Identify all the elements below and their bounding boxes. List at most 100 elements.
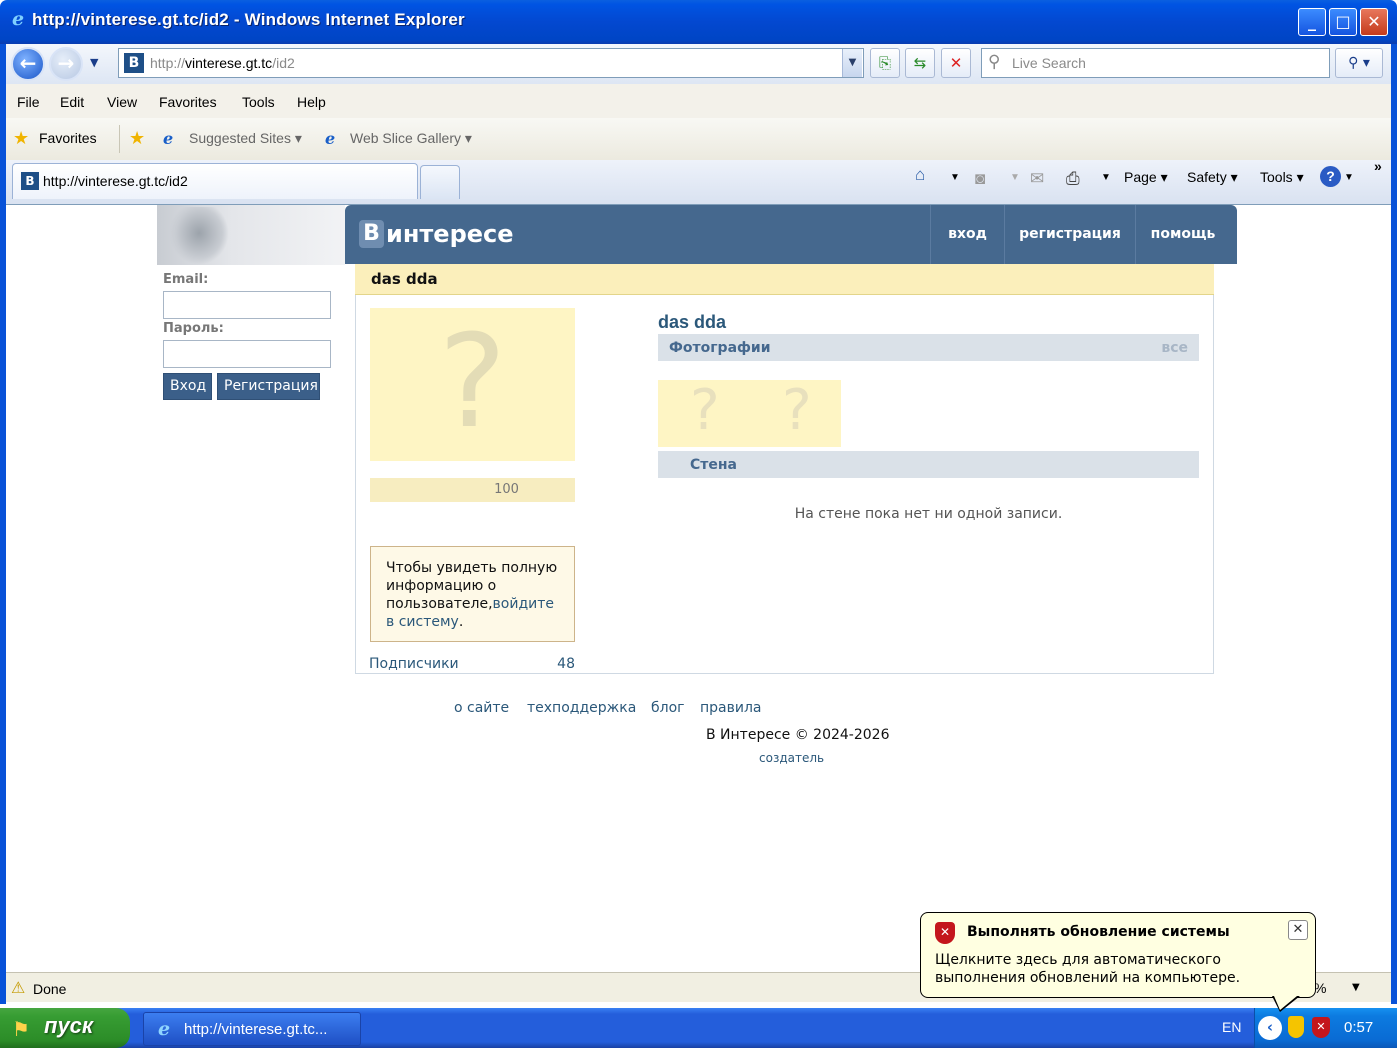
tab-current[interactable]: B http://vinterese.gt.tc/id2 <box>12 163 418 199</box>
subscribers-count[interactable]: 48 <box>557 656 575 672</box>
search-provider-icon: ⚲ <box>988 52 1001 72</box>
balloon-close-icon[interactable]: ✕ <box>1288 920 1308 940</box>
add-to-favorites-bar-icon[interactable]: ★ <box>129 128 145 149</box>
menu-favorites[interactable]: Favorites <box>159 94 217 110</box>
feeds-icon[interactable]: ◙ <box>975 169 985 189</box>
zoom-dropdown-icon[interactable]: ▼ <box>1352 982 1360 993</box>
photos-all-link[interactable]: все <box>1161 340 1188 356</box>
photos-label[interactable]: Фотографии <box>669 340 771 356</box>
close-button[interactable]: ✕ <box>1360 8 1388 36</box>
menu-view[interactable]: View <box>107 94 137 110</box>
window-title-bar[interactable]: e http://vinterese.gt.tc/id2 - Windows I… <box>0 0 1397 44</box>
wall-empty-message: На стене пока нет ни одной записи. <box>794 506 1063 522</box>
tab-favicon-icon: B <box>21 172 39 190</box>
window-title: http://vinterese.gt.tc/id2 - Windows Int… <box>32 10 465 29</box>
ie-logo-icon: e <box>11 8 25 30</box>
footer-about-link[interactable]: о сайте <box>454 700 509 716</box>
wall-section-header: Стена <box>658 451 1199 478</box>
help-dropdown-icon[interactable]: ▼ <box>1344 172 1354 183</box>
update-notification-balloon[interactable]: ✕ Выполнять обновление системы ✕ Щелкнит… <box>920 912 1316 998</box>
clock[interactable]: 0:57 <box>1344 1019 1373 1036</box>
register-button[interactable]: Регистрация <box>217 373 320 400</box>
safety-menu[interactable]: Safety ▾ <box>1187 169 1238 186</box>
help-icon[interactable]: ? <box>1320 166 1341 187</box>
window-frame-right <box>1391 44 1397 1004</box>
footer-rules-link[interactable]: правила <box>700 700 762 716</box>
read-mail-icon[interactable]: ✉ <box>1030 169 1044 189</box>
new-tab-button[interactable] <box>420 165 460 199</box>
start-label: пуск <box>44 1013 94 1038</box>
address-bar[interactable]: B http://vinterese.gt.tc/id2 <box>118 48 864 78</box>
security-center-icon[interactable]: ✕ <box>1312 1017 1330 1038</box>
subscribers-row[interactable]: Подписчики 48 <box>369 656 575 672</box>
security-shield-icon: ✕ <box>935 922 955 944</box>
search-button[interactable]: ⚲ ▾ <box>1335 48 1383 78</box>
site-favicon-icon: B <box>124 53 144 73</box>
logo-letter: В <box>359 220 384 248</box>
email-field[interactable] <box>163 291 331 319</box>
suggested-sites-link[interactable]: Suggested Sites ▾ <box>189 130 302 147</box>
photo-placeholder[interactable]: ? <box>782 378 812 443</box>
photos-strip: ? ? <box>658 378 841 447</box>
login-prompt-end: . <box>458 614 464 630</box>
nav-help[interactable]: помощь <box>1135 205 1230 264</box>
site-logo[interactable]: Винтересе <box>359 220 514 250</box>
menu-tools[interactable]: Tools <box>242 94 275 110</box>
windows-flag-icon: ⚑ <box>12 1017 30 1041</box>
home-dropdown-icon[interactable]: ▼ <box>950 172 960 183</box>
print-icon[interactable]: ⎙ <box>1066 169 1080 189</box>
taskbar-item-label: http://vinterese.gt.tc... <box>184 1021 328 1038</box>
web-slice-gallery-link[interactable]: Web Slice Gallery ▾ <box>350 130 472 147</box>
print-dropdown-icon[interactable]: ▼ <box>1101 172 1111 183</box>
footer-blog-link[interactable]: блог <box>651 700 685 716</box>
nav-register[interactable]: регистрация <box>1004 205 1135 264</box>
home-icon[interactable]: ⌂ <box>915 165 925 185</box>
footer-creator-link[interactable]: создатель <box>759 751 824 765</box>
back-button[interactable]: ← <box>11 47 45 81</box>
header-photo <box>157 205 345 265</box>
maximize-button[interactable]: □ <box>1329 8 1357 36</box>
logo-text: интересе <box>386 220 514 248</box>
ie-page-icon: e <box>325 129 336 148</box>
favorites-star-icon: ★ <box>13 128 30 149</box>
search-input[interactable]: ⚲ Live Search <box>981 48 1330 78</box>
tab-label: http://vinterese.gt.tc/id2 <box>43 173 188 189</box>
feeds-dropdown-icon[interactable]: ▼ <box>1010 172 1020 183</box>
address-url[interactable]: http://vinterese.gt.tc/id2 <box>150 55 295 71</box>
email-label: Email: <box>163 272 209 287</box>
menu-edit[interactable]: Edit <box>60 94 84 110</box>
status-text: Done <box>33 981 67 997</box>
page-menu[interactable]: Page ▾ <box>1124 169 1168 186</box>
toolbar-overflow-icon[interactable]: » <box>1374 158 1382 174</box>
menu-help[interactable]: Help <box>297 94 326 110</box>
balloon-title: Выполнять обновление системы <box>967 924 1230 940</box>
tray-update-icon[interactable] <box>1288 1016 1304 1038</box>
password-field[interactable] <box>163 340 331 368</box>
profile-avatar: ? <box>370 308 575 461</box>
compatibility-view-icon[interactable]: ⎘ <box>870 48 900 78</box>
nav-login[interactable]: вход <box>930 205 1004 264</box>
footer-copyright: В Интересе © 2024-2026 <box>706 727 890 743</box>
stop-icon[interactable]: ✕ <box>941 48 971 78</box>
photo-placeholder[interactable]: ? <box>690 378 720 443</box>
start-button[interactable]: ⚑ пуск <box>0 1008 130 1048</box>
minimize-button[interactable]: _ <box>1298 8 1326 36</box>
header-photo-face <box>169 207 229 265</box>
taskbar-item-ie[interactable]: e http://vinterese.gt.tc... <box>143 1012 361 1046</box>
balloon-body[interactable]: Щелкните здесь для автоматического выпол… <box>935 951 1305 987</box>
favorites-button[interactable]: Favorites <box>39 130 97 146</box>
subscribers-label[interactable]: Подписчики <box>369 656 459 672</box>
tray-expand-icon[interactable]: ‹ <box>1258 1016 1282 1040</box>
recent-pages-dropdown-icon[interactable]: ▼ <box>90 56 98 69</box>
balloon-tail-fill <box>1274 996 1297 1010</box>
login-button[interactable]: Вход <box>163 373 212 400</box>
address-dropdown-icon[interactable]: ▼ <box>842 49 862 77</box>
ie-taskbar-icon: e <box>158 1018 171 1040</box>
wall-label: Стена <box>690 457 738 473</box>
forward-button[interactable]: → <box>49 47 83 81</box>
menu-file[interactable]: File <box>17 94 40 110</box>
language-indicator[interactable]: EN <box>1222 1019 1241 1035</box>
footer-support-link[interactable]: техподдержка <box>527 700 636 716</box>
refresh-icon[interactable]: ⇆ <box>905 48 935 78</box>
tools-menu[interactable]: Tools ▾ <box>1260 169 1304 186</box>
